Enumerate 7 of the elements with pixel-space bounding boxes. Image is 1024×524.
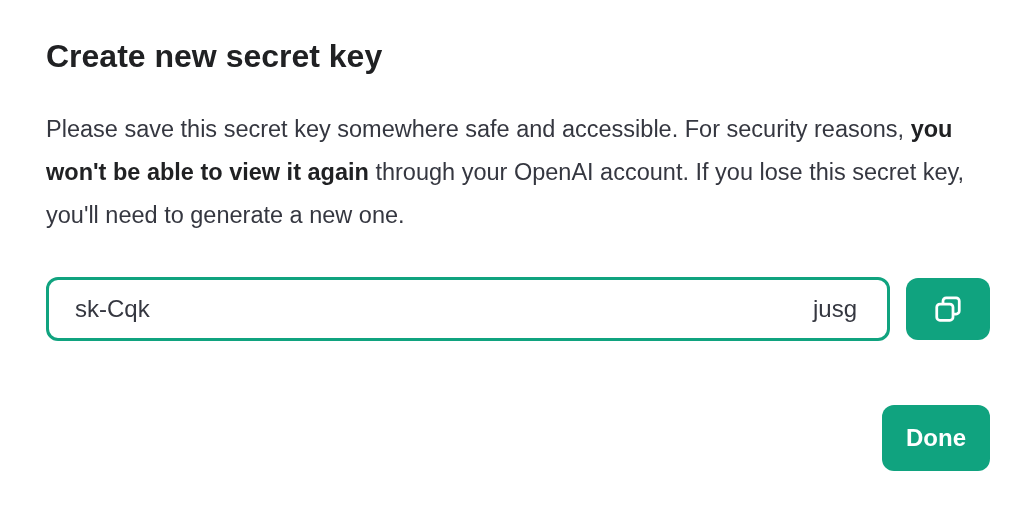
key-start-text: sk-Cqk (75, 295, 150, 323)
key-end-text: jusg (812, 295, 857, 323)
copy-button[interactable] (906, 278, 990, 340)
warning-message: Please save this secret key somewhere safe and accessible. For security reasons, you won't be able to view it again through your OpenAI account. If you lose this secret key, you'll need to generate a new one. (46, 115, 966, 230)
secret-key-field[interactable]: sk-Cqk jusg (46, 277, 890, 341)
dialog-title: Create new secret key (46, 37, 384, 76)
copy-icon (933, 294, 963, 324)
